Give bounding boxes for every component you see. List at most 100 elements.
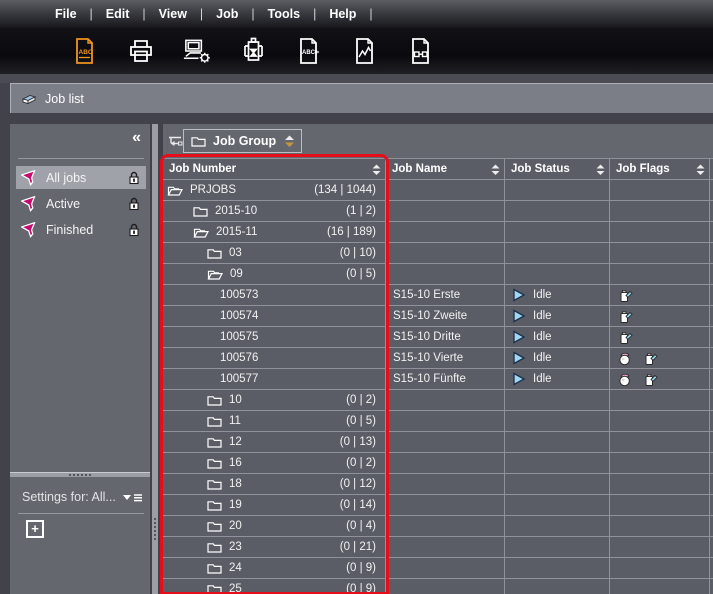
output-device-icon[interactable] — [238, 35, 268, 67]
job-group-row[interactable]: 2015-10(1 | 2) — [163, 201, 713, 222]
folder-closed-icon[interactable] — [207, 541, 222, 553]
job-list-icon[interactable]: ABC — [70, 35, 100, 67]
sidebar-filter-finished[interactable]: Finished — [16, 218, 146, 241]
document-import-icon[interactable]: ABC — [294, 35, 324, 67]
job-name: S15-10 Dritte — [393, 331, 461, 343]
job-group-row[interactable]: 24(0 | 9) — [163, 558, 713, 579]
job-row[interactable]: 100575S15-10 DritteIdle — [163, 327, 713, 348]
job-group-row[interactable]: 16(0 | 2) — [163, 453, 713, 474]
play-icon — [512, 372, 525, 386]
column-header-job-name[interactable]: Job Name — [386, 159, 505, 179]
job-status-cell — [505, 495, 610, 515]
job-name-cell — [386, 579, 505, 594]
linked-document-icon[interactable] — [406, 35, 436, 67]
group-count: (0 | 2) — [346, 457, 385, 469]
job-group-row[interactable]: 11(0 | 5) — [163, 411, 713, 432]
sidebar-filter-active[interactable]: Active — [16, 192, 146, 215]
group-label: 23 — [229, 541, 242, 553]
group-count: (0 | 9) — [346, 583, 385, 594]
folder-closed-icon[interactable] — [207, 478, 222, 490]
column-header-label: Job Number — [169, 163, 236, 175]
job-flags-cell — [610, 495, 710, 515]
group-count: (0 | 12) — [340, 478, 385, 490]
menu-item-tools[interactable]: Tools — [255, 7, 313, 21]
job-group-row[interactable]: 03(0 | 10) — [163, 243, 713, 264]
note-flag-icon — [617, 329, 634, 345]
bomb-flag-icon — [617, 371, 633, 387]
job-name-cell — [386, 180, 505, 200]
job-group-row[interactable]: PRJOBS(134 | 1044) — [163, 180, 713, 201]
menu-item-help[interactable]: Help — [316, 7, 369, 21]
job-group-row[interactable]: 18(0 | 12) — [163, 474, 713, 495]
job-row[interactable]: 100574S15-10 ZweiteIdle — [163, 306, 713, 327]
job-group-row[interactable]: 09(0 | 5) — [163, 264, 713, 285]
menu-item-job[interactable]: Job — [203, 7, 251, 21]
column-header-job-number[interactable]: Job Number — [163, 159, 386, 179]
job-flags-cell — [610, 432, 710, 452]
group-spinner-icon[interactable] — [285, 135, 294, 148]
menu-item-file[interactable]: File — [42, 7, 90, 21]
job-group-row[interactable]: 19(0 | 14) — [163, 495, 713, 516]
folder-closed-icon[interactable] — [193, 205, 208, 217]
panel-title: Job list — [45, 92, 84, 106]
folder-closed-icon[interactable] — [207, 457, 222, 469]
job-group-row[interactable]: 2015-11(16 | 189) — [163, 222, 713, 243]
job-name-cell — [386, 453, 505, 473]
job-status-cell — [505, 453, 610, 473]
note-flag-icon — [642, 371, 659, 387]
workstation-settings-icon[interactable] — [182, 35, 212, 67]
folder-closed-icon[interactable] — [207, 415, 222, 427]
folder-closed-icon[interactable] — [207, 436, 222, 448]
menu-item-edit[interactable]: Edit — [93, 7, 143, 21]
job-number-cell: 24(0 | 9) — [163, 558, 386, 578]
folder-open-icon[interactable] — [207, 268, 223, 280]
job-number-cell: 25(0 | 9) — [163, 579, 386, 594]
job-row[interactable]: 100573S15-10 ErsteIdle — [163, 285, 713, 306]
job-table: Job Number Job NameJob StatusJob Flags PR… — [163, 158, 713, 594]
column-header-job-flags[interactable]: Job Flags — [610, 159, 710, 179]
job-group-row[interactable]: 23 (0 | 21) — [163, 537, 713, 558]
sidebar-separator — [18, 513, 144, 514]
filter-label: Active — [46, 197, 80, 211]
lock-icon[interactable] — [127, 170, 141, 185]
column-header-job-status[interactable]: Job Status — [505, 159, 610, 179]
job-row[interactable]: 100576S15-10 VierteIdle — [163, 348, 713, 369]
job-group-row[interactable]: 25(0 | 9) — [163, 579, 713, 594]
job-flags-cell — [610, 453, 710, 473]
job-name-cell: S15-10 Dritte — [386, 327, 505, 347]
report-document-icon[interactable] — [350, 35, 380, 67]
add-filter-button[interactable]: + — [26, 520, 44, 538]
table-header-row: Job Number Job NameJob StatusJob Flags — [163, 158, 713, 180]
folder-closed-icon[interactable] — [207, 394, 222, 406]
folder-open-icon[interactable] — [167, 184, 183, 196]
settings-dropdown-button[interactable] — [122, 492, 144, 503]
job-status: Idle — [533, 289, 552, 301]
job-group-row[interactable]: 12(0 | 13) — [163, 432, 713, 453]
lock-icon[interactable] — [127, 196, 141, 211]
group-count: (134 | 1044) — [314, 184, 385, 196]
job-group-selector[interactable]: Job Group — [183, 129, 302, 153]
sidebar-horizontal-splitter[interactable] — [10, 472, 150, 477]
folder-closed-icon[interactable] — [207, 562, 222, 574]
folder-closed-icon[interactable] — [207, 499, 222, 511]
menu-item-view[interactable]: View — [146, 7, 200, 21]
job-number-cell: 16(0 | 2) — [163, 453, 386, 473]
folder-closed-icon[interactable] — [207, 520, 222, 532]
job-row[interactable]: 100577S15-10 FünfteIdle — [163, 369, 713, 390]
group-count: (0 | 13) — [340, 436, 385, 448]
folder-closed-icon[interactable] — [207, 247, 222, 259]
job-group-row[interactable]: 10(0 | 2) — [163, 390, 713, 411]
collapse-tree-icon[interactable] — [167, 135, 183, 147]
sidebar-collapse-button[interactable]: « — [132, 130, 141, 146]
folder-open-icon[interactable] — [193, 226, 209, 238]
lock-icon[interactable] — [127, 222, 141, 237]
job-group-row[interactable]: 20(0 | 4) — [163, 516, 713, 537]
sidebar-filter-all-jobs[interactable]: All jobs — [16, 166, 146, 189]
job-manager-window: { "window": { "title": "Job list" }, "me… — [0, 0, 713, 594]
folder-closed-icon[interactable] — [207, 583, 222, 594]
group-count: (0 | 21) — [340, 541, 385, 553]
job-name-cell: S15-10 Fünfte — [386, 369, 505, 389]
job-status-cell — [505, 222, 610, 242]
printer-icon[interactable] — [126, 35, 156, 67]
vertical-splitter[interactable] — [152, 124, 158, 594]
